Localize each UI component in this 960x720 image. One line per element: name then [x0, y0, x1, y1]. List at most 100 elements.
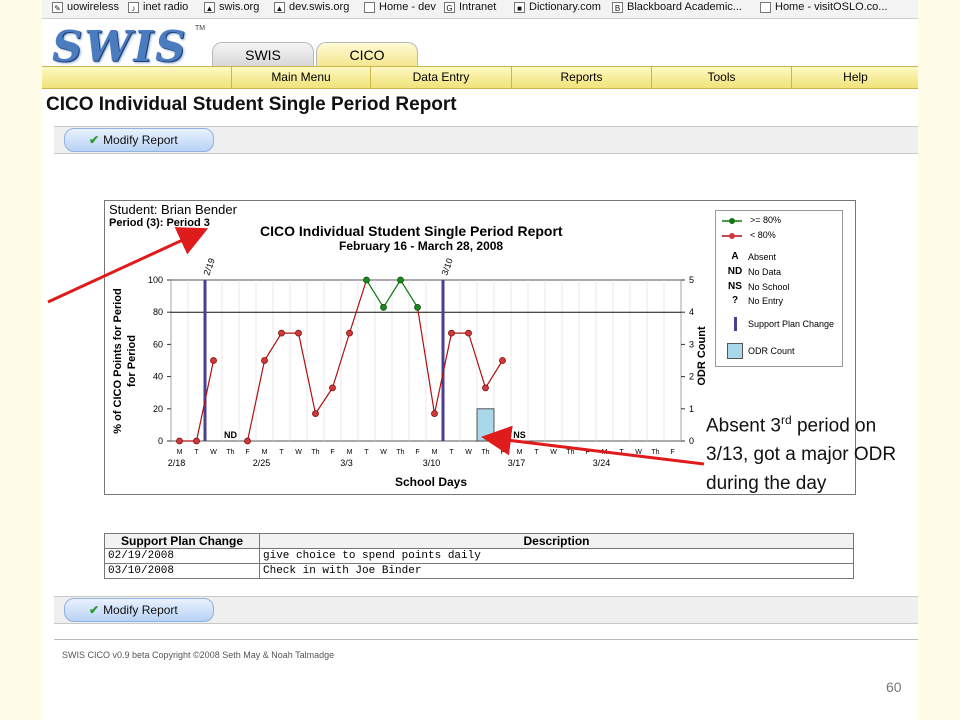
menu-tools[interactable]: Tools: [651, 67, 791, 88]
x-tick-label: W: [295, 449, 302, 456]
week-label: 3/10: [423, 458, 441, 468]
menu-main-menu[interactable]: Main Menu: [231, 67, 370, 88]
x-tick-label: T: [534, 449, 539, 456]
legend-below-dot: [729, 233, 735, 239]
radio-icon: ♪: [128, 1, 139, 13]
browser-page: ✎ uowireless ♪ inet radio ▲ swis.org ▲ dev.s…: [42, 0, 918, 720]
data-point: [482, 384, 489, 392]
bookmark-blackboard[interactable]: B Blackboard Academic...: [612, 1, 742, 13]
x-tick-label: Th: [311, 449, 319, 456]
x-tick-label: M: [432, 449, 438, 456]
support-plan-table: Support Plan Change Description 02/19/20…: [104, 533, 854, 579]
bookmark-inet-radio[interactable]: ♪ inet radio: [128, 1, 188, 13]
week-label: 2/25: [253, 458, 271, 468]
legend-absent: A Absent: [731, 251, 777, 262]
legend-above-label: >= 80%: [750, 215, 782, 225]
modify-report-button-top[interactable]: ✔ Modify Report: [64, 128, 214, 152]
x-tick-label: F: [415, 449, 419, 456]
y-tick-label: 60: [153, 339, 163, 349]
chart-legend: >= 80% < 80% A Absent ND No Data NS No Scho…: [715, 210, 843, 367]
bookmark-visitoslo[interactable]: Home - visitOSLO.co...: [760, 1, 887, 13]
x-tick-label: W: [465, 449, 472, 456]
checkmark-icon: ✔: [89, 603, 100, 617]
legend-plan-change: Support Plan Change: [722, 317, 834, 331]
swis-logo: SWIS: [52, 22, 188, 71]
x-tick-label: T: [279, 449, 284, 456]
x-tick-label: F: [670, 449, 674, 456]
x-tick-label: M: [262, 449, 268, 456]
x-tick-label: T: [364, 449, 369, 456]
y-right-tick-label: 5: [689, 275, 694, 285]
x-tick-label: Th: [651, 449, 659, 456]
page-icon: [760, 1, 771, 13]
legend-below-label: < 80%: [750, 230, 776, 240]
plan-change-swatch: [722, 317, 748, 331]
legend-odr-count: ODR Count: [722, 343, 795, 359]
footer-divider: [54, 639, 918, 640]
menu-reports[interactable]: Reports: [511, 67, 651, 88]
google-icon: G: [444, 1, 455, 13]
modify-report-bar-top: ✔ Modify Report: [54, 126, 918, 154]
tree-icon: ▲: [274, 1, 285, 13]
x-tick-label: W: [210, 449, 217, 456]
data-point: [244, 437, 251, 445]
day-marker-label: NS: [513, 430, 526, 440]
week-label: 2/18: [168, 458, 186, 468]
bookmark-swis[interactable]: ▲ swis.org: [204, 1, 259, 13]
y-tick-label: 100: [148, 275, 163, 285]
data-point: [176, 437, 183, 445]
y-right-tick-label: 4: [689, 307, 694, 317]
data-point: [465, 329, 472, 337]
x-tick-label: Th: [226, 449, 234, 456]
data-point: [312, 410, 319, 418]
bookmark-icon: ✎: [52, 1, 63, 13]
bookmark-intranet[interactable]: G Intranet: [444, 1, 496, 13]
x-tick-label: W: [635, 449, 642, 456]
legend-no-data: ND No Data: [727, 266, 782, 277]
tree-icon: ▲: [204, 1, 215, 13]
x-tick-label: T: [194, 449, 199, 456]
x-tick-label: M: [177, 449, 183, 456]
tab-cico[interactable]: CICO: [316, 42, 418, 67]
bookmarks-bar: ✎ uowireless ♪ inet radio ▲ swis.org ▲ dev.s…: [42, 0, 918, 19]
y-right-tick-label: 1: [689, 404, 694, 414]
bookmark-uowireless[interactable]: ✎ uowireless: [52, 1, 119, 13]
y-axis-title: % of CICO Points for Period: [112, 288, 124, 433]
modify-report-bar-bottom: ✔ Modify Report: [54, 596, 918, 624]
checkmark-icon: ✔: [89, 133, 100, 147]
y-right-tick-label: 0: [689, 436, 694, 446]
copyright-text: SWIS CICO v0.9 beta Copyright ©2008 Seth…: [62, 650, 335, 660]
y-right-axis-title: ODR Count: [696, 326, 708, 386]
plan-change-label: 3/10: [439, 257, 454, 277]
legend-no-entry: ? No Entry: [731, 295, 784, 306]
x-tick-label: M: [347, 449, 353, 456]
table-row: 02/19/2008 give choice to spend points d…: [104, 548, 854, 564]
tab-swis[interactable]: SWIS: [212, 42, 314, 67]
odr-bar: [476, 408, 495, 442]
x-tick-label: Th: [396, 449, 404, 456]
data-point: [499, 357, 506, 364]
x-tick-label: F: [245, 449, 249, 456]
plan-description: Check in with Joe Binder: [259, 563, 854, 579]
main-menubar: Main Menu Data Entry Reports Tools Help: [42, 66, 918, 89]
y-tick-label: 0: [158, 436, 163, 446]
menu-help[interactable]: Help: [791, 67, 919, 88]
data-point: [210, 357, 217, 364]
bookmark-dev-swis[interactable]: ▲ dev.swis.org: [274, 1, 349, 13]
data-point: [397, 276, 404, 284]
bookmark-home-dev[interactable]: Home - dev: [364, 1, 436, 13]
week-label: 3/17: [508, 458, 526, 468]
modify-report-button-bottom[interactable]: ✔ Modify Report: [64, 598, 214, 622]
column-header-plan-change: Support Plan Change: [104, 533, 260, 549]
plan-change-label: 2/19: [201, 257, 216, 277]
odr-swatch: [722, 343, 748, 359]
week-label: 3/24: [593, 458, 611, 468]
data-point: [380, 303, 387, 311]
bookmark-dictionary[interactable]: ■ Dictionary.com: [514, 1, 601, 13]
data-point: [448, 329, 455, 337]
x-tick-label: F: [500, 449, 504, 456]
menu-data-entry[interactable]: Data Entry: [370, 67, 511, 88]
x-tick-label: F: [585, 449, 589, 456]
bb-icon: B: [612, 1, 623, 13]
x-tick-label: W: [550, 449, 557, 456]
